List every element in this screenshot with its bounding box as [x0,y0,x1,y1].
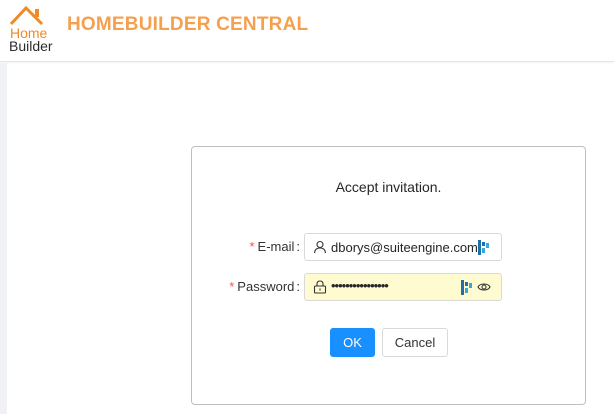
homebuilder-logo[interactable]: Home Builder [8,4,54,56]
password-value: •••••••••••••••• [331,278,389,293]
lock-icon [313,280,327,294]
password-label-text: Password [237,279,295,294]
password-row: * Password: •••••••••••••••• [192,273,585,301]
password-manager-icon[interactable] [478,240,489,255]
password-manager-icon[interactable] [461,280,472,295]
password-label: * Password: [229,279,300,294]
user-icon [313,240,327,254]
ok-button[interactable]: OK [330,328,375,357]
label-colon: : [296,239,300,254]
app-header: Home Builder HOMEBUILDER CENTRAL [0,0,614,62]
email-input[interactable]: dborys@suiteengine.com [304,233,502,261]
email-label: * E-mail: [249,239,300,254]
eye-icon[interactable] [477,281,491,293]
app-title: HOMEBUILDER CENTRAL [67,14,309,35]
logo-text-builder: Builder [9,38,53,54]
required-mark: * [229,279,235,294]
password-input[interactable]: •••••••••••••••• [304,273,502,301]
label-colon: : [296,279,300,294]
email-row: * E-mail: dborys@suiteengine.com [192,233,585,261]
card-title: Accept invitation. [335,179,442,195]
cancel-button[interactable]: Cancel [382,328,448,357]
email-label-text: E-mail [257,239,295,254]
invitation-card: Accept invitation. * E-mail: dborys@suite… [191,146,586,405]
left-sidebar-strip [0,63,7,414]
email-value: dborys@suiteengine.com [331,240,478,255]
required-mark: * [249,239,255,254]
